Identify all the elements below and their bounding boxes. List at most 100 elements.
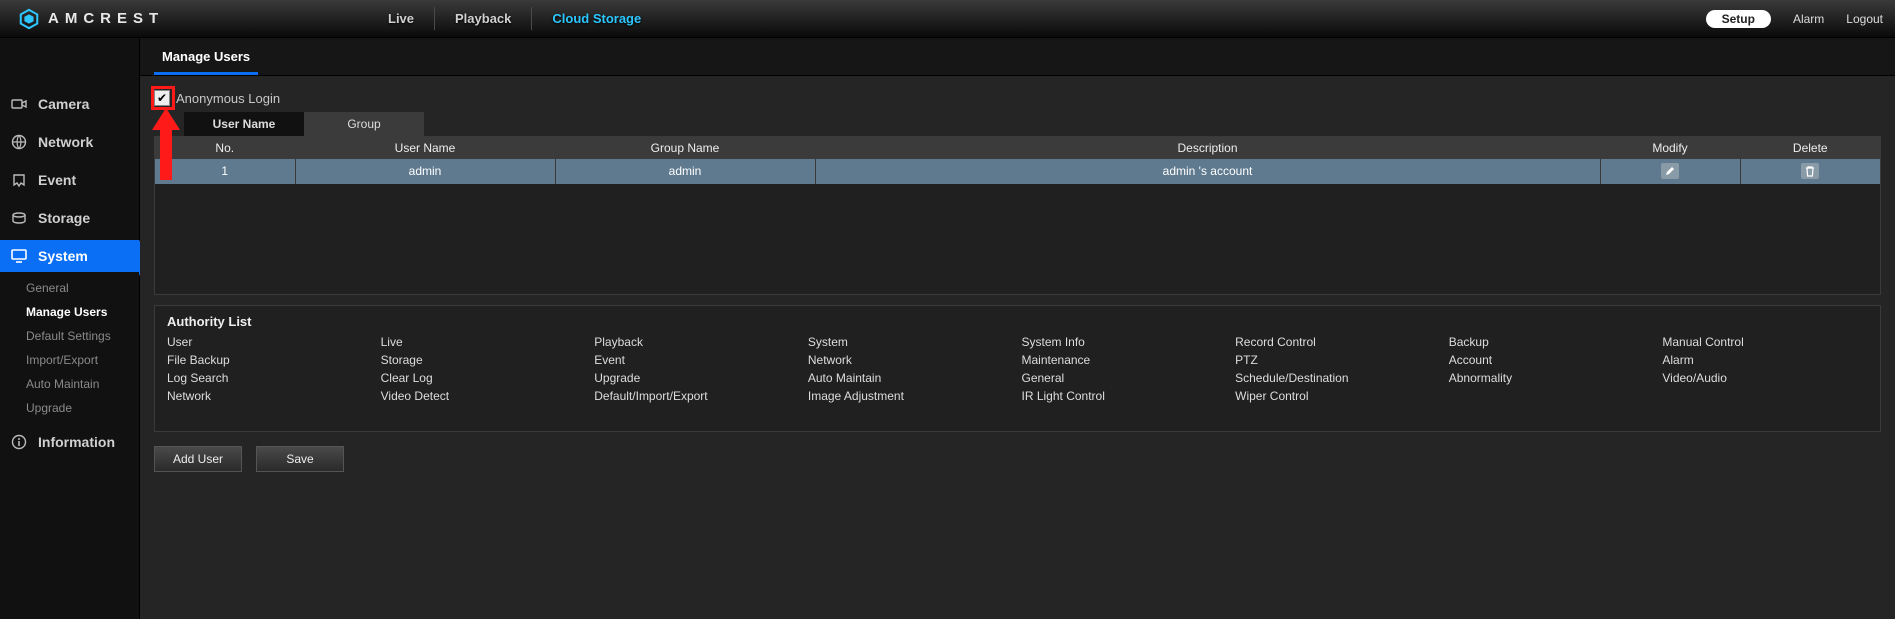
auth-item: File Backup (167, 351, 373, 369)
auth-item: Network (167, 387, 373, 405)
cell-modify (1600, 159, 1740, 184)
auth-item: Log Search (167, 369, 373, 387)
sidebar-item-camera[interactable]: Camera (0, 88, 139, 120)
auth-item: Upgrade (594, 369, 800, 387)
sidebar-item-system[interactable]: System (0, 240, 139, 272)
sub-item-upgrade[interactable]: Upgrade (26, 396, 139, 420)
auth-item (1662, 387, 1868, 405)
users-table-wrap: No. User Name Group Name Description Mod… (154, 136, 1881, 295)
add-user-button[interactable]: Add User (154, 446, 242, 472)
auth-item: Manual Control (1662, 333, 1868, 351)
event-icon (10, 172, 28, 188)
anonymous-login-row: ✔ Anonymous Login (154, 90, 1881, 106)
auth-item: Live (381, 333, 587, 351)
auth-item: General (1022, 369, 1228, 387)
auth-item: Abnormality (1449, 369, 1655, 387)
authority-grid: User Live Playback System System Info Re… (155, 331, 1880, 431)
cell-description: admin 's account (815, 159, 1600, 184)
auth-item: IR Light Control (1022, 387, 1228, 405)
anonymous-login-label: Anonymous Login (176, 91, 280, 106)
tab-manage-users[interactable]: Manage Users (154, 39, 258, 75)
auth-item: Record Control (1235, 333, 1441, 351)
auth-item: Alarm (1662, 351, 1868, 369)
auth-item: System (808, 333, 1014, 351)
auth-item: Schedule/Destination (1235, 369, 1441, 387)
auth-item: User (167, 333, 373, 351)
anonymous-login-checkbox[interactable]: ✔ (154, 90, 170, 106)
table-row[interactable]: 1 admin admin admin 's account (155, 159, 1880, 184)
page-tabbar: Manage Users (140, 38, 1895, 76)
sidebar-item-storage[interactable]: Storage (0, 202, 139, 234)
cell-username: admin (295, 159, 555, 184)
sidebar-item-network[interactable]: Network (0, 126, 139, 158)
storage-icon (10, 212, 28, 224)
sub-item-general[interactable]: General (26, 276, 139, 300)
auth-item: Playback (594, 333, 800, 351)
authority-panel: Authority List User Live Playback System… (154, 305, 1881, 432)
save-button[interactable]: Save (256, 446, 344, 472)
sub-item-auto-maintain[interactable]: Auto Maintain (26, 372, 139, 396)
user-group-subtabs: User Name Group (154, 112, 1881, 136)
nav-playback[interactable]: Playback (435, 7, 532, 30)
sub-item-import-export[interactable]: Import/Export (26, 348, 139, 372)
col-delete: Delete (1740, 137, 1880, 159)
auth-item: Default/Import/Export (594, 387, 800, 405)
system-icon (10, 249, 28, 263)
button-row: Add User Save (154, 446, 1881, 472)
cell-groupname: admin (555, 159, 815, 184)
col-modify: Modify (1600, 137, 1740, 159)
users-table: No. User Name Group Name Description Mod… (155, 137, 1880, 294)
camera-icon (10, 97, 28, 111)
nav-logout[interactable]: Logout (1846, 12, 1883, 26)
cell-delete (1740, 159, 1880, 184)
top-nav: Live Playback Cloud Storage (368, 7, 661, 30)
auth-item: Network (808, 351, 1014, 369)
nav-setup[interactable]: Setup (1706, 10, 1771, 28)
subtab-username[interactable]: User Name (184, 112, 304, 136)
edit-icon[interactable] (1661, 163, 1679, 179)
main: Manage Users ✔ Anonymous Login User Name… (140, 38, 1895, 619)
sidebar-item-event[interactable]: Event (0, 164, 139, 196)
auth-item: Wiper Control (1235, 387, 1441, 405)
header: AMCREST Live Playback Cloud Storage Setu… (0, 0, 1895, 38)
brand-text: AMCREST (48, 10, 164, 27)
authority-title: Authority List (155, 306, 1880, 331)
sidebar-item-label: Storage (38, 210, 90, 226)
col-no: No. (155, 137, 295, 159)
sidebar-sublist-system: General Manage Users Default Settings Im… (0, 276, 139, 420)
logo: AMCREST (18, 8, 218, 30)
nav-cloud-storage[interactable]: Cloud Storage (532, 7, 661, 30)
auth-item: Event (594, 351, 800, 369)
auth-item: Maintenance (1022, 351, 1228, 369)
right-nav: Setup Alarm Logout (1706, 10, 1883, 28)
sidebar-item-information[interactable]: Information (0, 426, 139, 458)
col-username: User Name (295, 137, 555, 159)
sub-item-default[interactable]: Default Settings (26, 324, 139, 348)
info-icon (10, 434, 28, 450)
auth-item: Account (1449, 351, 1655, 369)
sidebar-item-label: System (38, 248, 88, 264)
nav-alarm[interactable]: Alarm (1793, 12, 1824, 26)
col-groupname: Group Name (555, 137, 815, 159)
auth-item: Storage (381, 351, 587, 369)
auth-item (1449, 387, 1655, 405)
auth-item: Clear Log (381, 369, 587, 387)
auth-item: PTZ (1235, 351, 1441, 369)
auth-item: Video/Audio (1662, 369, 1868, 387)
col-description: Description (815, 137, 1600, 159)
sidebar-item-label: Network (38, 134, 93, 150)
sub-item-manage-users[interactable]: Manage Users (26, 300, 139, 324)
nav-live[interactable]: Live (368, 7, 435, 30)
auth-item: Image Adjustment (808, 387, 1014, 405)
auth-item: System Info (1022, 333, 1228, 351)
sidebar-item-label: Camera (38, 96, 89, 112)
content: ✔ Anonymous Login User Name Group No. (140, 76, 1895, 492)
sidebar-item-label: Information (38, 434, 115, 450)
subtab-group[interactable]: Group (304, 112, 424, 136)
trash-icon[interactable] (1801, 163, 1819, 179)
auth-item: Backup (1449, 333, 1655, 351)
logo-icon (18, 8, 40, 30)
auth-item: Video Detect (381, 387, 587, 405)
cell-no: 1 (155, 159, 295, 184)
sidebar: Camera Network Event Storage System (0, 38, 140, 619)
